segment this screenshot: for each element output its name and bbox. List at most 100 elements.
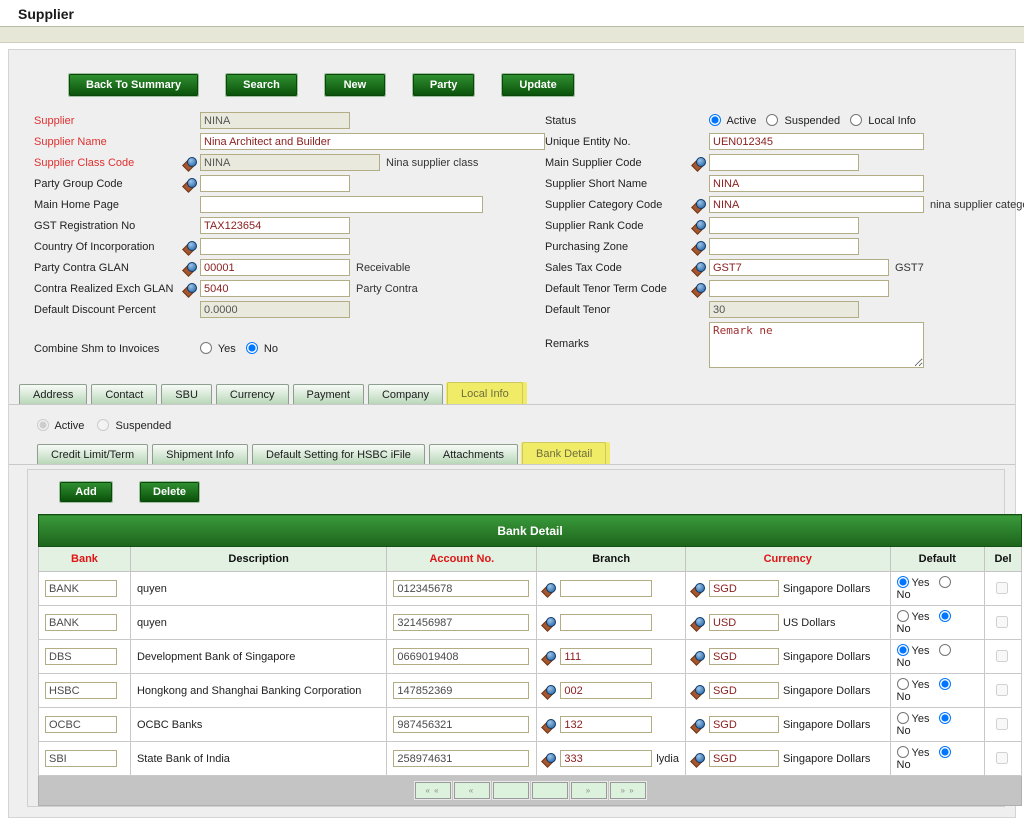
bank-code-input[interactable]	[45, 716, 117, 733]
lookup-icon[interactable]	[543, 583, 556, 595]
party-group-code-input[interactable]	[200, 175, 350, 192]
lookup-icon[interactable]	[184, 241, 197, 253]
status-active-radio[interactable]	[709, 114, 721, 126]
gst-registration-no-input[interactable]	[200, 217, 350, 234]
lookup-icon[interactable]	[692, 617, 705, 629]
lookup-icon[interactable]	[184, 157, 197, 169]
combine-shm-no-radio[interactable]	[246, 342, 258, 354]
default-yes-radio[interactable]	[897, 746, 909, 758]
lookup-icon[interactable]	[693, 220, 706, 232]
lookup-icon[interactable]	[693, 157, 706, 169]
currency-code-input[interactable]	[709, 580, 779, 597]
local-info-suspended-radio[interactable]	[97, 419, 109, 431]
contra-realized-exch-glan-input[interactable]	[200, 280, 350, 297]
delete-row-checkbox[interactable]	[996, 650, 1008, 662]
tab-bank-detail[interactable]: Bank Detail	[522, 442, 606, 464]
currency-code-input[interactable]	[709, 614, 779, 631]
add-button[interactable]: Add	[60, 482, 112, 502]
account-no-input[interactable]	[393, 750, 529, 767]
default-discount-percent-input[interactable]	[200, 301, 350, 318]
supplier-class-code-input[interactable]	[200, 154, 380, 171]
default-no-radio[interactable]	[939, 576, 951, 588]
sales-tax-code-input[interactable]	[709, 259, 889, 276]
supplier-input[interactable]	[200, 112, 350, 129]
currency-code-input[interactable]	[709, 716, 779, 733]
branch-input[interactable]	[560, 716, 652, 733]
bank-code-input[interactable]	[45, 750, 117, 767]
default-tenor-input[interactable]	[709, 301, 859, 318]
default-yes-radio[interactable]	[897, 712, 909, 724]
lookup-icon[interactable]	[184, 178, 197, 190]
unique-entity-no-input[interactable]	[709, 133, 924, 150]
lookup-icon[interactable]	[184, 262, 197, 274]
back-to-summary-button[interactable]: Back To Summary	[69, 74, 198, 96]
delete-row-checkbox[interactable]	[996, 616, 1008, 628]
lookup-icon[interactable]	[543, 719, 556, 731]
lookup-icon[interactable]	[693, 241, 706, 253]
default-yes-radio[interactable]	[897, 610, 909, 622]
pager-first-button[interactable]: « «	[415, 782, 451, 799]
bank-code-input[interactable]	[45, 648, 117, 665]
pager-page-box[interactable]	[532, 782, 568, 799]
lookup-icon[interactable]	[543, 753, 556, 765]
supplier-short-name-input[interactable]	[709, 175, 924, 192]
bank-code-input[interactable]	[45, 614, 117, 631]
lookup-icon[interactable]	[543, 651, 556, 663]
tab-currency[interactable]: Currency	[216, 384, 289, 404]
lookup-icon[interactable]	[692, 583, 705, 595]
lookup-icon[interactable]	[184, 283, 197, 295]
branch-input[interactable]	[560, 580, 652, 597]
delete-row-checkbox[interactable]	[996, 684, 1008, 696]
main-home-page-input[interactable]	[200, 196, 483, 213]
main-supplier-code-input[interactable]	[709, 154, 859, 171]
branch-input[interactable]	[560, 682, 652, 699]
account-no-input[interactable]	[393, 614, 529, 631]
branch-input[interactable]	[560, 614, 652, 631]
supplier-rank-code-input[interactable]	[709, 217, 859, 234]
new-button[interactable]: New	[325, 74, 385, 96]
pager-next-button[interactable]: »	[571, 782, 607, 799]
bank-code-input[interactable]	[45, 682, 117, 699]
tab-payment[interactable]: Payment	[293, 384, 364, 404]
pager-prev-button[interactable]: «	[454, 782, 490, 799]
tab-address[interactable]: Address	[19, 384, 87, 404]
currency-code-input[interactable]	[709, 750, 779, 767]
default-tenor-term-code-input[interactable]	[709, 280, 889, 297]
search-button[interactable]: Search	[226, 74, 297, 96]
delete-row-checkbox[interactable]	[996, 718, 1008, 730]
lookup-icon[interactable]	[543, 617, 556, 629]
remarks-textarea[interactable]: Remark ne	[709, 322, 924, 368]
lookup-icon[interactable]	[692, 753, 705, 765]
default-yes-radio[interactable]	[897, 678, 909, 690]
lookup-icon[interactable]	[693, 283, 706, 295]
status-local-info-radio[interactable]	[850, 114, 862, 126]
tab-attachments[interactable]: Attachments	[429, 444, 518, 464]
tab-shipment-info[interactable]: Shipment Info	[152, 444, 248, 464]
default-no-radio[interactable]	[939, 746, 951, 758]
supplier-name-input[interactable]	[200, 133, 545, 150]
purchasing-zone-input[interactable]	[709, 238, 859, 255]
tab-default-setting-hsbc-ifile[interactable]: Default Setting for HSBC iFile	[252, 444, 425, 464]
currency-code-input[interactable]	[709, 648, 779, 665]
account-no-input[interactable]	[393, 580, 529, 597]
default-no-radio[interactable]	[939, 678, 951, 690]
account-no-input[interactable]	[393, 716, 529, 733]
tab-sbu[interactable]: SBU	[161, 384, 212, 404]
branch-input[interactable]	[560, 750, 652, 767]
combine-shm-yes-radio[interactable]	[200, 342, 212, 354]
lookup-icon[interactable]	[693, 199, 706, 211]
lookup-icon[interactable]	[693, 262, 706, 274]
tab-company[interactable]: Company	[368, 384, 443, 404]
lookup-icon[interactable]	[692, 719, 705, 731]
pager-last-button[interactable]: » »	[610, 782, 646, 799]
account-no-input[interactable]	[393, 648, 529, 665]
default-yes-radio[interactable]	[897, 576, 909, 588]
update-button[interactable]: Update	[502, 74, 573, 96]
lookup-icon[interactable]	[692, 685, 705, 697]
default-no-radio[interactable]	[939, 610, 951, 622]
bank-code-input[interactable]	[45, 580, 117, 597]
country-of-incorporation-input[interactable]	[200, 238, 350, 255]
tab-local-info[interactable]: Local Info	[447, 382, 523, 404]
lookup-icon[interactable]	[692, 651, 705, 663]
lookup-icon[interactable]	[543, 685, 556, 697]
